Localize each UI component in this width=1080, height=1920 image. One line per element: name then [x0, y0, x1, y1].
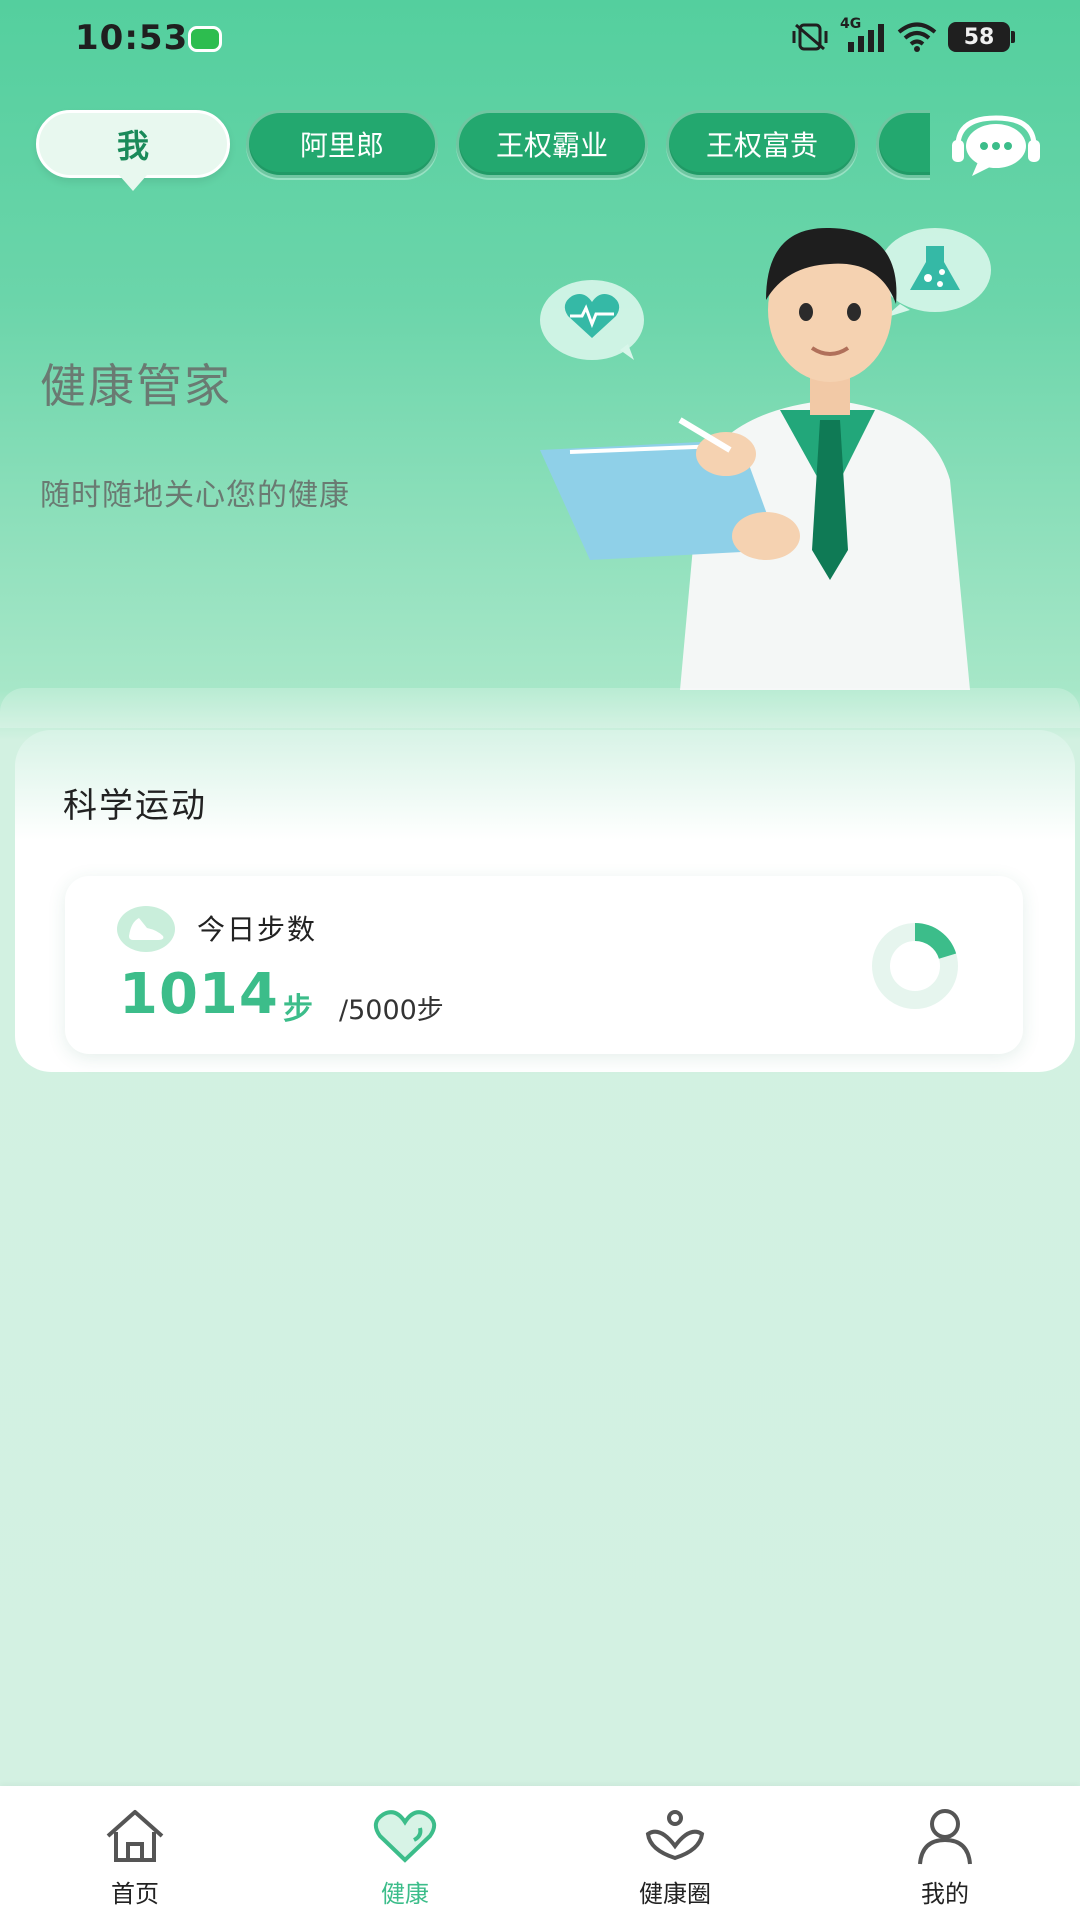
status-icons: 4G 58 [790, 16, 1015, 54]
user-icon [918, 1809, 972, 1865]
steps-unit: 步 [283, 992, 313, 1027]
tab-partial[interactable] [876, 110, 930, 178]
message-icon [188, 26, 222, 52]
nav-label: 健康圈 [639, 1880, 711, 1908]
nav-home[interactable]: 首页 [0, 1786, 270, 1920]
heart-icon [373, 1810, 437, 1863]
steps-value: 1014 [119, 962, 279, 1027]
shoe-icon [117, 906, 175, 952]
member-tabs: 我 阿里郎 王权霸业 王权富贵 [0, 100, 930, 200]
tab-label: 我 [116, 127, 149, 165]
heart-bubble-icon [540, 280, 644, 360]
tab-label: 王权富贵 [705, 129, 818, 162]
nav-label: 健康 [381, 1880, 429, 1908]
tab-label: 阿里郎 [299, 129, 384, 162]
battery-icon: 58 [948, 22, 1015, 52]
steps-label: 今日步数 [197, 913, 318, 946]
hero-title: 健康管家 [40, 359, 232, 413]
signal-icon: 4G [840, 16, 886, 54]
tab-alilang[interactable]: 阿里郎 [246, 110, 438, 178]
bottom-nav: 首页 健康 健康圈 我的 [0, 1786, 1080, 1920]
tab-wangquan-fugui[interactable]: 王权富贵 [666, 110, 858, 178]
mute-vibrate-icon [792, 23, 828, 51]
status-bar: 10:53 4G 58 [0, 0, 1080, 80]
exercise-title: 科学运动 [63, 786, 207, 826]
tab-label: 王权霸业 [495, 129, 608, 162]
health-screen: 10:53 4G 58 我 阿里郎 王权霸业 王权富贵 健康管家 随时随地关心您… [0, 0, 1080, 1920]
card-background [0, 688, 1080, 728]
nav-health-circle[interactable]: 健康圈 [540, 1786, 810, 1920]
steps-progress-ring [872, 923, 958, 1009]
hero-subtitle: 随时随地关心您的健康 [40, 478, 350, 513]
battery-level: 58 [963, 24, 995, 50]
doctor-illustration [540, 227, 991, 690]
home-icon [106, 1810, 164, 1862]
tab-wangquan-baye[interactable]: 王权霸业 [456, 110, 648, 178]
nav-me[interactable]: 我的 [810, 1786, 1080, 1920]
nav-health[interactable]: 健康 [270, 1786, 540, 1920]
nav-label: 我的 [921, 1880, 969, 1908]
exercise-card: 科学运动 今日步数 1014 步 /5000步 [15, 730, 1075, 1072]
customer-service-icon[interactable] [948, 112, 1044, 180]
steps-card[interactable]: 今日步数 1014 步 /5000步 [65, 876, 1023, 1054]
flask-bubble-icon [879, 228, 991, 318]
steps-goal: /5000步 [339, 995, 444, 1026]
wifi-icon [897, 22, 937, 52]
nav-label: 首页 [111, 1880, 159, 1908]
community-icon [645, 1810, 705, 1861]
tab-me[interactable]: 我 [36, 110, 230, 191]
status-time: 10:53 [75, 18, 189, 58]
